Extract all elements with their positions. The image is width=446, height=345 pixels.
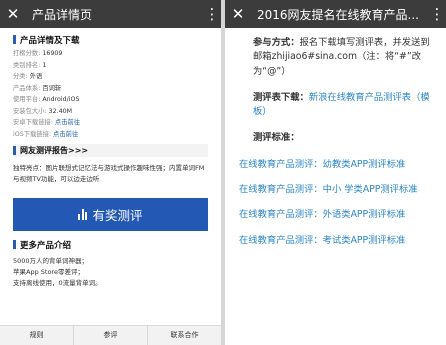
info-label: 安装包大小: (13, 107, 49, 115)
standard-link-k12[interactable]: 在线教育产品测评：中小 学类APP测评标准 (239, 183, 434, 197)
standards-label-text: 测评标准： (253, 132, 300, 144)
info-value: 16909 (42, 50, 63, 57)
info-value: Android/iOS (42, 96, 80, 103)
more-menu-icon[interactable]: ⋮ (428, 0, 446, 28)
standards-label: 测评标准： (239, 131, 434, 145)
participation-label: 参与方式： (253, 37, 300, 48)
review-report-label: 网友测评报告>>> (20, 146, 89, 155)
info-value: 1 (42, 61, 47, 69)
close-icon[interactable]: ✕ (0, 0, 26, 28)
intro-line: 5000万人的背单词神器； (13, 257, 89, 265)
ios-download-link[interactable]: 点击前往 (53, 131, 78, 138)
form-download-label: 测评表下载： (253, 91, 309, 103)
info-label: iOS下载链接: (13, 130, 54, 138)
info-label: 类别排名: (13, 61, 43, 69)
section-marker (13, 146, 16, 155)
page-title: 2016网友提名在线教育产品... (257, 7, 419, 22)
event-screen: ✕ 2016网友提名在线教育产品... ⋮ 参与方式：报名下载填写测评表，并发送… (225, 0, 446, 345)
form-download-paragraph: 测评表下载：新浪在线教育产品测评表（模板） (239, 91, 434, 120)
info-row: 安卓下载链接: 点击前往 (13, 117, 208, 129)
app-bar: ✕ 产品详情页 ⋮ (0, 0, 221, 28)
info-value: 32.40M (48, 107, 73, 115)
close-icon[interactable]: ✕ (225, 0, 251, 28)
feature-text: 独特亮点：图片联想式记忆法与游戏式操作趣味性强；内置单词FM与视频TV功能，可以… (13, 164, 205, 183)
reward-review-button[interactable]: 有奖测评 (13, 198, 208, 231)
info-row: 使用平台: Android/iOS (13, 94, 208, 106)
info-label: 使用平台: (13, 96, 43, 103)
info-row: 分类: 外语 (13, 71, 208, 83)
page-title: 产品详情页 (32, 7, 93, 22)
info-row: 安装包大小: 32.40M (13, 106, 208, 118)
product-info-list: 打榜分数: 16909 类别排名: 1 分类: 外语 产品体系: 百词斩 使用平… (13, 48, 208, 140)
info-label: 安卓下载链接: (13, 119, 55, 126)
tab-participate[interactable]: 参评 (74, 326, 148, 345)
section-title: 更多产品介绍 (20, 240, 72, 251)
standard-link-language[interactable]: 在线教育产品测评：外语类APP测评标准 (239, 208, 434, 222)
info-row: iOS下载链接: 点击前往 (13, 129, 208, 141)
info-label: 产品体系: (13, 84, 43, 92)
participation-paragraph: 参与方式：报名下载填写测评表，并发送到邮箱zhijiao6#sina.com（注… (239, 36, 434, 79)
bar-chart-icon (78, 209, 88, 220)
tab-rules[interactable]: 规则 (0, 326, 74, 345)
app-bar: ✕ 2016网友提名在线教育产品... ⋮ (225, 0, 446, 28)
bottom-tab-bar: 规则 参评 联系合作 (0, 325, 221, 345)
product-intro: 5000万人的背单词神器； 苹果App Store零差评； 支持离线使用，0流量… (13, 256, 208, 289)
section-marker (13, 35, 16, 44)
info-row: 产品体系: 百词斩 (13, 83, 208, 95)
review-report-link[interactable]: 网友测评报告>>> (13, 144, 208, 157)
android-download-link[interactable]: 点击前往 (55, 119, 80, 126)
more-menu-icon[interactable]: ⋮ (203, 0, 221, 28)
section-marker (13, 240, 16, 249)
info-row: 类别排名: 1 (13, 60, 208, 72)
standard-link-exam[interactable]: 在线教育产品测评：考试类APP测评标准 (239, 234, 434, 248)
tab-contact[interactable]: 联系合作 (148, 326, 221, 345)
section-header-more: 更多产品介绍 (13, 239, 208, 251)
info-label: 打榜分数: (13, 50, 43, 57)
section-header-details: 产品详情及下载 (13, 34, 208, 46)
info-row: 打榜分数: 16909 (13, 48, 208, 60)
reward-review-label: 有奖测评 (92, 208, 143, 223)
standard-link-preschool[interactable]: 在线教育产品测评：幼教类APP测评标准 (239, 158, 434, 172)
intro-line: 支持离线使用，0流量背单词。 (13, 279, 102, 287)
info-label: 分类: (13, 73, 30, 80)
section-title: 产品详情及下载 (20, 35, 80, 46)
info-value: 百词斩 (42, 84, 62, 92)
info-value: 外语 (29, 73, 43, 80)
product-detail-screen: ✕ 产品详情页 ⋮ 产品详情及下载 打榜分数: 16909 类别排名: 1 分类… (0, 0, 221, 345)
intro-line: 苹果App Store零差评； (13, 268, 84, 276)
